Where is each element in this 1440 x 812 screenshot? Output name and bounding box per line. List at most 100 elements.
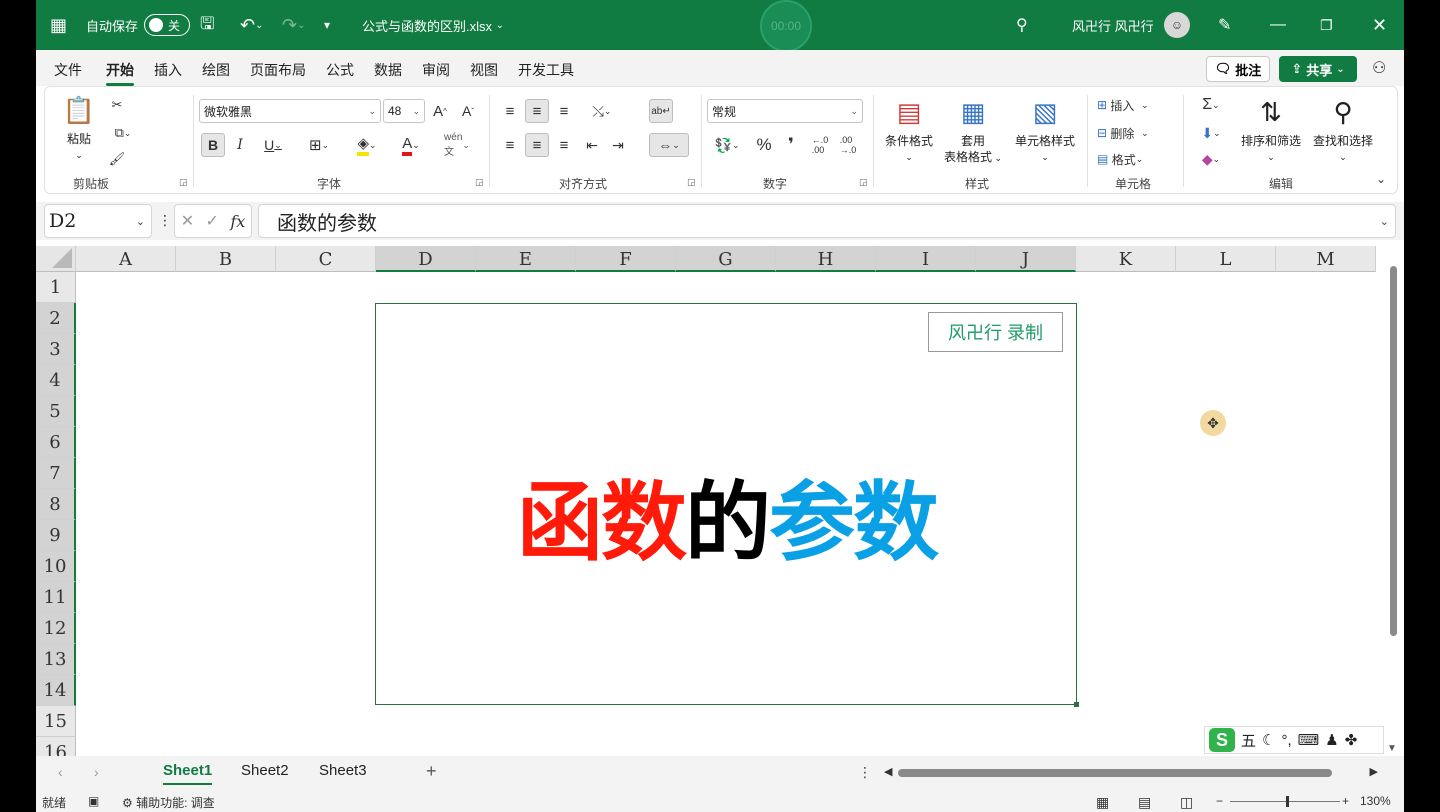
format-cells-button[interactable]: ▤ 格式 ⌄ [1097, 149, 1171, 169]
search-icon[interactable]: ⚲ [1016, 0, 1028, 50]
more-options-icon[interactable]: ⋮ [158, 212, 172, 229]
column-header-b[interactable]: B [176, 246, 276, 272]
column-header-l[interactable]: L [1176, 246, 1276, 272]
cut-icon[interactable]: ✂ [107, 95, 127, 115]
dialog-launcher-icon[interactable]: ◲ [475, 177, 484, 188]
zoom-slider[interactable] [1230, 796, 1340, 807]
insert-cells-button[interactable]: ⊞ 插入 ⌄ [1097, 95, 1171, 115]
tab-home[interactable]: 开始 [106, 60, 134, 86]
dialog-launcher-icon[interactable]: ◲ [859, 177, 868, 188]
expand-formula-icon[interactable]: ⌄ [1380, 215, 1389, 228]
row-header-2[interactable]: 2 [36, 303, 76, 334]
sort-filter-button[interactable]: ⇅ 排序和筛选 ⌄ [1235, 95, 1307, 165]
tab-insert[interactable]: 插入 [154, 60, 182, 80]
delete-cells-button[interactable]: ⊟ 删除 ⌄ [1097, 123, 1171, 143]
macro-record-icon[interactable]: ▣ [88, 794, 99, 808]
column-header-k[interactable]: K [1076, 246, 1176, 272]
format-as-table-button[interactable]: ▦ 套用 表格格式 ⌄ [937, 95, 1009, 166]
row-header-7[interactable]: 7 [36, 458, 76, 489]
column-header-g[interactable]: G [676, 246, 776, 272]
scroll-thumb[interactable] [1390, 266, 1397, 636]
italic-button[interactable]: I [229, 133, 251, 157]
zoom-in-icon[interactable]: + [1342, 794, 1349, 808]
align-top-icon[interactable]: ≡ [499, 99, 521, 123]
dialog-launcher-icon[interactable]: ◲ [687, 177, 696, 188]
row-header-11[interactable]: 11 [36, 582, 76, 613]
moon-icon[interactable]: ☾ [1262, 731, 1275, 749]
decrease-decimal-icon[interactable]: .00 →.0 [837, 133, 859, 157]
tab-draw[interactable]: 绘图 [202, 60, 230, 80]
paste-button[interactable]: 📋 粘贴 ⌄ [59, 93, 99, 163]
font-size-select[interactable]: 48 ⌄ [383, 99, 425, 123]
number-format-select[interactable]: 常规 ⌄ [707, 99, 863, 123]
phonetic-icon[interactable]: wén 文 ⌄ [439, 132, 475, 158]
file-name[interactable]: 公式与函数的区别.xlsx ⌄ [362, 0, 504, 50]
cell-styles-button[interactable]: ▧ 单元格样式 ⌄ [1009, 95, 1081, 165]
dialog-launcher-icon[interactable]: ◲ [179, 177, 188, 188]
decrease-indent-icon[interactable]: ⇤ [581, 133, 603, 157]
row-header-12[interactable]: 12 [36, 613, 76, 644]
align-middle-icon[interactable]: ≡ [525, 99, 549, 123]
tab-review[interactable]: 审阅 [422, 60, 450, 80]
select-all-button[interactable] [36, 246, 76, 272]
comma-icon[interactable]: ❜ [781, 133, 801, 157]
conditional-format-button[interactable]: ▤ 条件格式 ⌄ [879, 95, 939, 165]
restore-icon[interactable]: ❐ [1320, 0, 1333, 50]
zoom-level[interactable]: 130% [1360, 794, 1391, 808]
row-header-6[interactable]: 6 [36, 427, 76, 458]
row-header-9[interactable]: 9 [36, 520, 76, 551]
row-header-4[interactable]: 4 [36, 365, 76, 396]
avatar[interactable]: ☺ [1164, 12, 1190, 38]
align-left-icon[interactable]: ≡ [499, 133, 521, 157]
row-header-5[interactable]: 5 [36, 396, 76, 427]
tab-file[interactable]: 文件 [54, 60, 82, 80]
text-shape[interactable]: 风卍行 录制 函数的参数 [375, 303, 1079, 707]
formula-input[interactable]: 函数的参数 ⌄ [258, 204, 1396, 238]
orientation-icon[interactable]: ⤯ ⌄ [585, 99, 619, 123]
column-header-i[interactable]: I [876, 246, 976, 272]
tab-view[interactable]: 视图 [470, 60, 498, 80]
align-bottom-icon[interactable]: ≡ [553, 99, 575, 123]
apps-icon[interactable]: ✤ [1345, 731, 1358, 749]
page-break-view-icon[interactable]: ◫ [1180, 794, 1193, 811]
column-header-e[interactable]: E [476, 246, 576, 272]
next-sheet-icon[interactable]: › [94, 764, 99, 780]
close-icon[interactable]: ✕ [1372, 0, 1387, 50]
name-box[interactable]: D2 ⌄ [44, 204, 152, 238]
tab-data[interactable]: 数据 [374, 60, 402, 80]
tab-formulas[interactable]: 公式 [326, 60, 354, 80]
scroll-thumb[interactable] [898, 769, 1332, 777]
zoom-out-icon[interactable]: − [1216, 794, 1223, 808]
sheet-tab-1[interactable]: Sheet1 [163, 762, 213, 785]
pen-icon[interactable]: ✎ [1218, 0, 1231, 50]
user-icon[interactable]: ♟ [1325, 731, 1338, 749]
row-header-8[interactable]: 8 [36, 489, 76, 520]
normal-view-icon[interactable]: ▦ [1096, 794, 1109, 811]
increase-indent-icon[interactable]: ⇥ [607, 133, 629, 157]
borders-icon[interactable]: ⊞ ⌄ [301, 133, 337, 157]
save-icon[interactable]: 🖫 [200, 0, 214, 50]
column-header-c[interactable]: C [276, 246, 376, 272]
wrap-text-icon[interactable]: ab↵ [649, 99, 673, 123]
comment-button[interactable]: 🗨 批注 [1206, 56, 1270, 82]
autosave-toggle[interactable]: 关 [144, 14, 190, 36]
column-header-f[interactable]: F [576, 246, 676, 272]
minimize-icon[interactable]: — [1270, 0, 1286, 50]
merge-center-icon[interactable]: ⇔ ⌄ [649, 133, 689, 157]
bold-button[interactable]: B [201, 133, 225, 157]
currency-icon[interactable]: 💱 ⌄ [709, 133, 745, 157]
more-options-icon[interactable]: ⋮ [858, 764, 872, 781]
confirm-icon[interactable]: ✓ [206, 211, 219, 231]
resize-handle[interactable] [1074, 702, 1079, 707]
undo-icon[interactable]: ↶ ⌄ [240, 0, 263, 50]
column-header-d[interactable]: D [376, 246, 476, 272]
customize-toolbar-icon[interactable]: ▾ [324, 0, 330, 50]
column-header-m[interactable]: M [1276, 246, 1376, 272]
scroll-right-icon[interactable]: ▶ [1370, 765, 1378, 778]
font-name-select[interactable]: 微软雅黑 ⌄ [199, 99, 381, 123]
increase-decimal-icon[interactable]: ←.0.00 [809, 133, 831, 157]
vertical-scrollbar[interactable]: ▼ [1386, 262, 1398, 754]
font-color-icon[interactable]: A ⌄ [393, 133, 429, 157]
scroll-left-icon[interactable]: ◀ [884, 765, 892, 778]
find-select-button[interactable]: ⚲ 查找和选择 ⌄ [1307, 95, 1379, 165]
